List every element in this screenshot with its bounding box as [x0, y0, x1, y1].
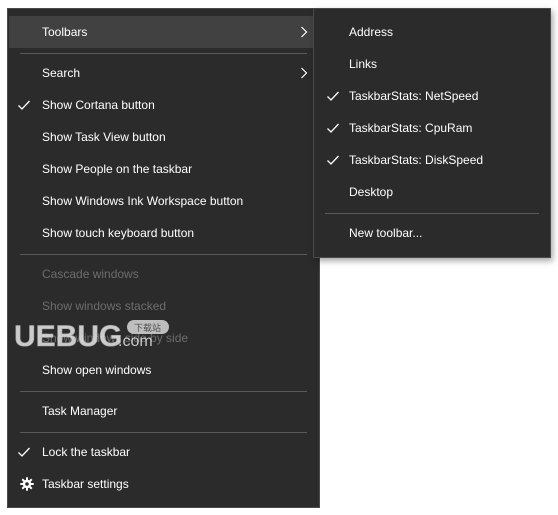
menu-item-label: TaskbarStats: CpuRam [349, 121, 473, 135]
menu-separator [20, 391, 307, 392]
menu-separator [20, 432, 307, 433]
menu-item-show-open-windows[interactable]: Show open windows [9, 354, 318, 386]
submenu-item-address[interactable]: Address [315, 16, 549, 48]
menu-item-show-windows-stacked: Show windows stacked [9, 290, 318, 322]
menu-item-label: Search [42, 66, 81, 80]
menu-item-search[interactable]: Search [9, 57, 318, 89]
submenu-item-desktop[interactable]: Desktop [315, 176, 549, 208]
menu-item-taskbar-settings[interactable]: Taskbar settings [9, 468, 318, 500]
menu-item-label: TaskbarStats: NetSpeed [349, 89, 479, 103]
submenu-item-new-toolbar[interactable]: New toolbar... [315, 217, 549, 249]
submenu-item-taskbarstats-diskspeed[interactable]: TaskbarStats: DiskSpeed [315, 144, 549, 176]
chevron-right-icon [301, 67, 308, 79]
menu-item-label: Links [349, 57, 378, 71]
submenu-item-taskbarstats-cpuram[interactable]: TaskbarStats: CpuRam [315, 112, 549, 144]
menu-item-show-people[interactable]: Show People on the taskbar [9, 153, 318, 185]
checkmark-icon [327, 91, 339, 101]
menu-item-show-task-view-button[interactable]: Show Task View button [9, 121, 318, 153]
menu-item-label: Show windows side by side [42, 331, 189, 345]
menu-item-label: Show Task View button [42, 130, 166, 144]
menu-item-label: Show touch keyboard button [42, 226, 195, 240]
menu-item-show-touch-keyboard[interactable]: Show touch keyboard button [9, 217, 318, 249]
checkmark-icon [18, 100, 30, 110]
menu-separator [20, 53, 307, 54]
menu-item-cascade-windows: Cascade windows [9, 258, 318, 290]
submenu-item-links[interactable]: Links [315, 48, 549, 80]
submenu-item-taskbarstats-netspeed[interactable]: TaskbarStats: NetSpeed [315, 80, 549, 112]
taskbar-context-menu: Toolbars Search Show Cortana button Show… [7, 8, 320, 508]
menu-item-label: Show open windows [42, 363, 152, 377]
menu-item-label: Taskbar settings [42, 477, 129, 491]
checkmark-icon [327, 123, 339, 133]
menu-item-lock-the-taskbar[interactable]: Lock the taskbar [9, 436, 318, 468]
menu-item-label: Show People on the taskbar [42, 162, 193, 176]
menu-item-label: Cascade windows [42, 267, 139, 281]
menu-separator [20, 254, 307, 255]
menu-item-label: Show Windows Ink Workspace button [42, 194, 244, 208]
menu-item-label: New toolbar... [349, 226, 423, 240]
menu-item-label: Toolbars [42, 25, 88, 39]
menu-item-label: Lock the taskbar [42, 445, 131, 459]
menu-item-show-windows-side-by-side: Show windows side by side [9, 322, 318, 354]
menu-item-label: Show windows stacked [42, 299, 167, 313]
menu-item-toolbars[interactable]: Toolbars [9, 16, 318, 48]
toolbars-submenu: Address Links TaskbarStats: NetSpeed Tas… [313, 8, 551, 258]
menu-item-show-windows-ink[interactable]: Show Windows Ink Workspace button [9, 185, 318, 217]
menu-item-label: Task Manager [42, 404, 118, 418]
menu-item-label: Show Cortana button [42, 98, 155, 112]
menu-item-label: Desktop [349, 185, 394, 199]
chevron-right-icon [301, 26, 308, 38]
menu-separator [325, 213, 539, 214]
menu-item-label: Address [349, 25, 394, 39]
menu-item-label: TaskbarStats: DiskSpeed [349, 153, 484, 167]
checkmark-icon [18, 447, 30, 457]
menu-item-show-cortana-button[interactable]: Show Cortana button [9, 89, 318, 121]
checkmark-icon [327, 155, 339, 165]
menu-item-task-manager[interactable]: Task Manager [9, 395, 318, 427]
gear-icon [20, 477, 34, 491]
